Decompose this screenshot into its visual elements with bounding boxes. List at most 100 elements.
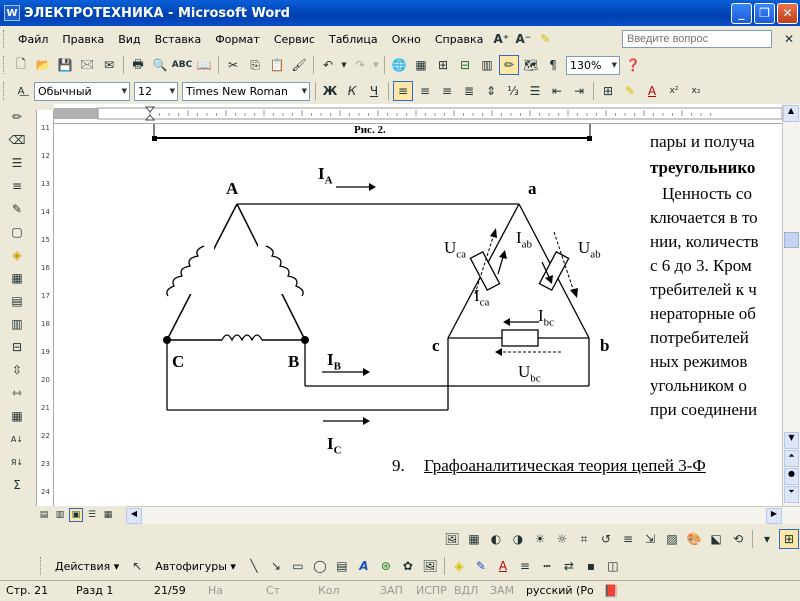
cut-icon[interactable]: ✂ <box>223 55 243 75</box>
save-icon[interactable]: 💾 <box>55 55 75 75</box>
line-style-draw-icon[interactable]: ≡ <box>515 556 535 576</box>
menu-grip-handle[interactable] <box>3 30 7 48</box>
sort-ascending-icon[interactable]: A↓ <box>6 429 28 449</box>
vertical-ruler[interactable]: 11 12 13 14 15 16 17 18 19 20 21 22 23 24 <box>36 110 54 506</box>
document-map-icon[interactable]: 🗺 <box>521 55 541 75</box>
text-wrapping-icon[interactable]: ▨ <box>662 529 682 549</box>
distribute-rows-icon[interactable]: ⇳ <box>6 360 28 380</box>
eraser-icon[interactable]: ⌫ <box>6 130 28 150</box>
horizontal-scrollbar[interactable]: ◀ ▶ <box>126 506 800 524</box>
previous-page-icon[interactable]: ⏶ <box>784 450 799 467</box>
outside-border-icon[interactable]: ▢ <box>6 222 28 242</box>
more-brightness-icon[interactable]: ☀ <box>530 529 550 549</box>
scroll-thumb[interactable] <box>784 232 799 248</box>
zoom-combo[interactable]: 130% ▼ <box>566 55 620 75</box>
arrow-tool-icon[interactable]: ↘ <box>266 556 286 576</box>
minimize-button[interactable]: _ <box>731 2 752 24</box>
text-color-icon[interactable]: A <box>493 556 513 576</box>
menu-window[interactable]: Окно <box>385 33 428 46</box>
line-style-icon[interactable]: ☰ <box>6 153 28 173</box>
distribute-columns-icon[interactable]: ⇿ <box>6 383 28 403</box>
line-tool-icon[interactable]: ╲ <box>244 556 264 576</box>
pencil-icon[interactable]: ✏ <box>6 107 28 127</box>
font-size-combo[interactable]: 12 ▼ <box>134 81 178 101</box>
status-trk[interactable]: ИСПР <box>410 584 448 597</box>
columns-icon[interactable]: ▥ <box>477 55 497 75</box>
word-app-icon[interactable]: W <box>4 5 20 21</box>
font-shrink-icon[interactable]: A⁻ <box>513 29 533 49</box>
undo-icon[interactable]: ↶ <box>318 55 338 75</box>
menu-table[interactable]: Таблица <box>322 33 385 46</box>
superscript-icon[interactable]: x² <box>664 81 684 101</box>
document-page[interactable]: Рис. 2. A C B a c b IA IB IC Iab Ibc Ica… <box>54 124 782 506</box>
bold-button[interactable]: Ж <box>320 81 340 101</box>
reading-view-icon[interactable]: ▦ <box>101 508 115 522</box>
sort-descending-icon[interactable]: Я↓ <box>6 452 28 472</box>
rotate-left-icon[interactable]: ↺ <box>596 529 616 549</box>
spelling-status-icon[interactable]: 📕 <box>601 581 621 601</box>
line-color-icon[interactable]: ✎ <box>471 556 491 576</box>
decrease-indent-icon[interactable]: ⇤ <box>547 81 567 101</box>
dash-style-icon[interactable]: ┅ <box>537 556 557 576</box>
select-pointer-icon[interactable]: ↖ <box>127 556 147 576</box>
numbering-icon[interactable]: ⅓ <box>503 81 523 101</box>
italic-button[interactable]: К <box>342 81 362 101</box>
help-icon[interactable]: ❓ <box>623 55 643 75</box>
restore-button[interactable]: ❐ <box>754 2 775 24</box>
shading-color-icon[interactable]: ◈ <box>6 245 28 265</box>
scroll-left-icon[interactable]: ◀ <box>126 507 142 524</box>
highlight-color-icon[interactable]: ✎ <box>620 81 640 101</box>
align-cells-icon[interactable]: ⊟ <box>6 337 28 357</box>
status-ovr[interactable]: ЗАМ <box>484 584 520 597</box>
font-color-icon[interactable]: A <box>642 81 662 101</box>
border-color-icon[interactable]: ✎ <box>6 199 28 219</box>
autoformat-icon[interactable]: ▦ <box>6 406 28 426</box>
draw-actions-menu[interactable]: Действия ▾ <box>48 560 126 573</box>
styles-pane-icon[interactable]: A͟ <box>11 81 31 101</box>
question-input[interactable] <box>622 30 772 48</box>
insert-table-icon[interactable]: ⊞ <box>433 55 453 75</box>
highlight-icon[interactable]: ✎ <box>535 29 555 49</box>
menu-edit[interactable]: Правка <box>55 33 111 46</box>
less-contrast-icon[interactable]: ◑ <box>508 529 528 549</box>
print-layout-icon[interactable]: ▣ <box>69 508 83 522</box>
copy-icon[interactable]: ⎘ <box>245 55 265 75</box>
open-folder-icon[interactable]: 📂 <box>33 55 53 75</box>
text-box-icon[interactable]: ▤ <box>332 556 352 576</box>
oval-tool-icon[interactable]: ◯ <box>310 556 330 576</box>
set-transparent-icon[interactable]: ⬕ <box>706 529 726 549</box>
color-picture-icon[interactable]: ▦ <box>464 529 484 549</box>
redo-icon[interactable]: ↷ <box>350 55 370 75</box>
increase-indent-icon[interactable]: ⇥ <box>569 81 589 101</box>
autoshapes-menu[interactable]: Автофигуры ▾ <box>148 560 243 573</box>
vertical-scrollbar[interactable]: ▲ ▼ ⏶ ● ⏷ <box>782 104 800 506</box>
research-icon[interactable]: 📖 <box>194 55 214 75</box>
clip-art-icon[interactable]: ✿ <box>398 556 418 576</box>
menu-help[interactable]: Справка <box>428 33 490 46</box>
rectangle-tool-icon[interactable]: ▭ <box>288 556 308 576</box>
merge-cells-icon[interactable]: ▤ <box>6 291 28 311</box>
format-painter-icon[interactable]: 🖌 <box>289 55 309 75</box>
line-style-picture-icon[interactable]: ≡ <box>618 529 638 549</box>
spelling-icon[interactable]: ABC <box>172 55 192 75</box>
insert-excel-icon[interactable]: ⊟ <box>455 55 475 75</box>
wordart-icon[interactable]: A <box>354 556 374 576</box>
underline-button[interactable]: Ч <box>364 81 384 101</box>
new-document-icon[interactable]: 🗋 <box>11 55 31 75</box>
line-spacing-icon[interactable]: ⇕ <box>481 81 501 101</box>
print-preview-icon[interactable]: 🔍 <box>150 55 170 75</box>
tables-borders-icon[interactable]: ▦ <box>411 55 431 75</box>
status-rec[interactable]: ЗАП <box>374 584 410 597</box>
close-document-icon[interactable]: ✕ <box>779 29 799 49</box>
menu-insert[interactable]: Вставка <box>148 33 209 46</box>
fill-color-icon[interactable]: ◈ <box>449 556 469 576</box>
align-left-icon[interactable]: ≡ <box>393 81 413 101</box>
menu-file[interactable]: Файл <box>11 33 55 46</box>
justify-icon[interactable]: ≣ <box>459 81 479 101</box>
style-combo[interactable]: Обычный ▼ <box>34 81 130 101</box>
reset-picture-icon[interactable]: ⟲ <box>728 529 748 549</box>
scroll-right-icon[interactable]: ▶ <box>766 507 782 524</box>
grid-icon[interactable]: ⊞ <box>779 529 799 549</box>
mail-icon[interactable]: ✉ <box>99 55 119 75</box>
3d-style-icon[interactable]: ◫ <box>603 556 623 576</box>
